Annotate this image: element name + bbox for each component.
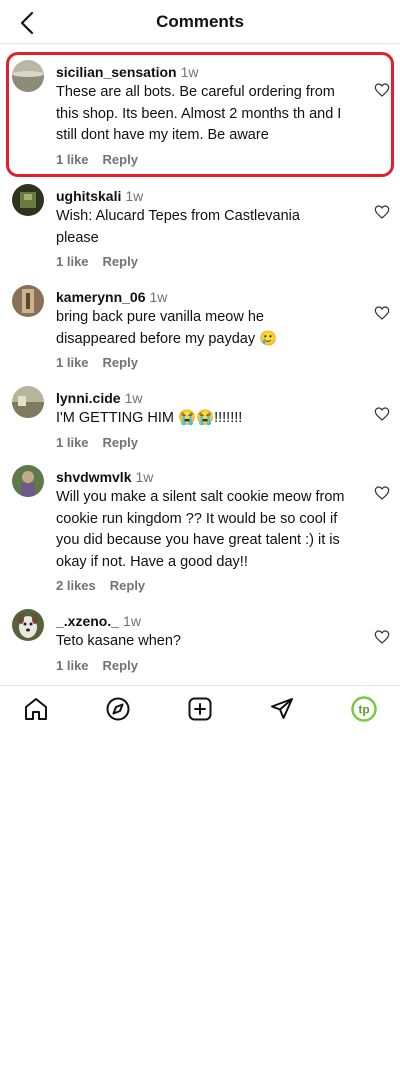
explore-icon[interactable] [105,696,131,722]
comment-time: 1w [149,289,168,305]
comment-time: 1w [125,188,144,204]
profile-initials: tp [358,703,369,717]
page-title: Comments [156,12,244,31]
comment-username[interactable]: shvdwmvlk [56,469,131,485]
heart-icon[interactable] [374,629,390,645]
comment-time: 1w [135,469,154,485]
comment-text: I'M GETTING HIM 😭😭!!!!!!! [56,410,243,426]
comment-username[interactable]: ughitskali [56,188,121,204]
reply-button[interactable]: Reply [103,355,138,370]
avatar[interactable] [12,609,44,641]
reply-button[interactable]: Reply [103,254,138,269]
create-icon[interactable] [187,696,213,722]
heart-icon[interactable] [374,305,390,321]
header: Comments [0,0,400,44]
comment-time: 1w [123,613,141,629]
avatar[interactable] [12,386,44,418]
like-count[interactable]: 1 like [56,658,89,673]
reply-button[interactable]: Reply [110,578,145,593]
profile-icon[interactable]: tp [351,696,377,722]
like-count[interactable]: 1 like [56,254,89,269]
avatar[interactable] [12,184,44,216]
reply-button[interactable]: Reply [103,435,138,450]
comment-text: Will you make a silent salt cookie meow … [56,489,345,570]
heart-icon[interactable] [374,406,390,422]
comment-username[interactable]: kamerynn_06 [56,289,146,305]
highlight-box [6,52,394,177]
like-count[interactable]: 2 likes [56,578,96,593]
like-count[interactable]: 1 like [56,355,89,370]
comment-username[interactable]: lynni.cide [56,390,121,406]
home-icon[interactable] [23,696,49,722]
direct-icon[interactable] [269,696,295,722]
comment-text: bring back pure vanilla meow he disappea… [56,309,278,347]
like-count[interactable]: 1 like [56,435,89,450]
comment-time: 1w [124,390,143,406]
avatar[interactable] [12,465,44,497]
tab-bar: tp [0,685,400,731]
reply-button[interactable]: Reply [103,658,138,673]
heart-icon[interactable] [374,204,390,220]
comment-text: Teto kasane when? [56,633,181,649]
comment-text: Wish: Alucard Tepes from Castlevania ple… [56,208,300,246]
comment-username[interactable]: _.xzeno._ [56,613,119,629]
heart-icon[interactable] [374,485,390,501]
avatar[interactable] [12,285,44,317]
